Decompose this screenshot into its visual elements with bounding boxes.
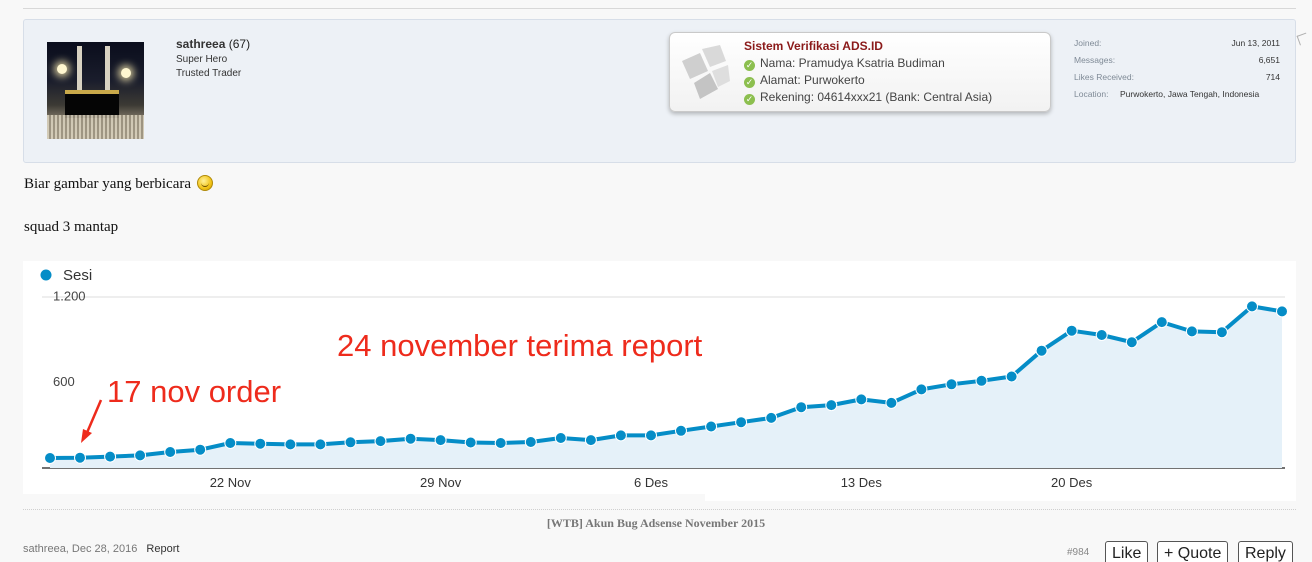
sesi-point xyxy=(735,416,748,429)
username-line: sathreea (67) xyxy=(176,37,250,51)
crowd-shape xyxy=(47,115,144,139)
sesi-point xyxy=(614,429,627,442)
chart-svg: 600 1.200 22 Nov 29 Nov 6 Des 13 Des 20 Des Ses… xyxy=(40,267,1288,490)
post-number-link[interactable]: #984 xyxy=(1067,547,1089,558)
legend-dot-icon xyxy=(40,269,52,281)
sesi-point xyxy=(74,451,86,464)
y-tick-label: 1.200 xyxy=(53,288,86,303)
like-button[interactable]: Like xyxy=(1105,541,1149,562)
sesi-point xyxy=(1005,370,1018,383)
x-tick-label: 29 Nov xyxy=(420,475,462,490)
check-icon: ✓ xyxy=(744,60,755,71)
legend-label: Sesi xyxy=(63,267,92,284)
sesi-point xyxy=(584,434,597,447)
user-count: (67) xyxy=(228,37,251,51)
verification-logo-icon xyxy=(682,45,730,99)
kaaba-shape xyxy=(65,90,119,118)
signature-divider xyxy=(23,509,1296,510)
author-date-link[interactable]: sathreea, Dec 28, 2016 xyxy=(23,543,137,555)
sesi-point xyxy=(1065,324,1078,337)
x-tick-label: 6 Des xyxy=(634,475,668,490)
sesi-point xyxy=(1125,336,1138,349)
sesi-point xyxy=(1155,316,1168,329)
light-icon xyxy=(57,64,67,74)
sesi-point xyxy=(795,401,808,414)
annotation-arrow-line xyxy=(84,399,103,436)
annotation-17-nov: 17 nov order xyxy=(107,374,281,409)
sesi-point xyxy=(1035,344,1048,357)
check-icon: ✓ xyxy=(744,77,755,88)
x-tick-label: 13 Des xyxy=(841,475,883,490)
quote-button[interactable]: + Quote xyxy=(1157,541,1229,562)
user-title: Super Hero xyxy=(176,54,228,65)
sesi-point xyxy=(554,432,567,444)
sesi-point xyxy=(194,443,207,456)
top-divider xyxy=(23,8,1296,9)
sessions-chart: 600 1.200 22 Nov 29 Nov 6 Des 13 Des 20 Des Ses… xyxy=(23,261,1296,494)
sesi-point xyxy=(1215,326,1228,339)
smiley-icon xyxy=(196,175,213,191)
message-text-line-2: squad 3 mantap xyxy=(24,219,119,235)
user-rank: Trusted Trader xyxy=(176,68,242,79)
sesi-point xyxy=(915,383,928,396)
sesi-point xyxy=(675,424,687,437)
sesi-point xyxy=(104,450,117,463)
sesi-point xyxy=(524,436,537,448)
sesi-point xyxy=(975,374,988,387)
avatar[interactable] xyxy=(47,42,144,139)
sesi-point xyxy=(705,420,718,433)
username-link[interactable]: sathreea xyxy=(176,37,225,51)
sesi-point xyxy=(164,446,177,458)
message-text-line-1: Biar gambar yang berbicara xyxy=(24,175,213,193)
sesi-point xyxy=(1095,329,1108,341)
verification-row-address: ✓ Alamat: Purwokerto xyxy=(744,73,865,88)
sesi-point xyxy=(1276,305,1288,318)
verification-box: Sistem Verifikasi ADS.ID ✓ Nama: Pramudya… xyxy=(669,32,1051,112)
sesi-point xyxy=(344,436,357,449)
sesi-point xyxy=(134,449,147,462)
sesi-point xyxy=(645,429,657,442)
sesi-point xyxy=(314,438,327,451)
x-tick-label: 20 Des xyxy=(1051,475,1093,490)
sesi-point xyxy=(404,432,417,445)
sesi-point xyxy=(434,434,447,447)
report-link[interactable]: Report xyxy=(146,543,179,555)
sesi-point xyxy=(945,378,958,391)
stat-messages: Messages: 6,651 xyxy=(1074,55,1280,65)
sesi-point xyxy=(224,437,237,449)
y-tick-label: 600 xyxy=(53,374,75,389)
sesi-point xyxy=(284,438,297,451)
sesi-point xyxy=(44,452,56,464)
check-icon: ✓ xyxy=(744,94,755,105)
annotation-arrow-head xyxy=(81,429,92,443)
sesi-point xyxy=(464,436,477,449)
sesi-point xyxy=(494,437,507,449)
sesi-point xyxy=(765,411,778,424)
sesi-point xyxy=(1185,325,1198,338)
annotation-24-nov: 24 november terima report xyxy=(337,328,703,363)
sesi-point xyxy=(1246,300,1258,313)
verification-row-name: ✓ Nama: Pramudya Ksatria Budiman xyxy=(744,56,945,71)
verification-row-account: ✓ Rekening: 04614xxx21 (Bank: Central Asi… xyxy=(744,90,993,105)
verification-title: Sistem Verifikasi ADS.ID xyxy=(744,39,883,53)
stat-likes: Likes Received: 714 xyxy=(1074,72,1280,82)
signature-link[interactable]: [WTB] Akun Bug Adsense November 2015 xyxy=(0,516,1312,531)
arrow-edge-icon xyxy=(1296,32,1310,46)
post-meta: sathreea, Dec 28, 2016 Report xyxy=(23,543,179,555)
sesi-point xyxy=(855,393,868,406)
stat-joined: Joined: Jun 13, 2011 xyxy=(1074,38,1280,48)
sesi-point xyxy=(374,435,387,448)
message-user-info: sathreea (67) Super Hero Trusted Trader … xyxy=(23,19,1296,163)
light-icon xyxy=(121,68,131,78)
sesi-point xyxy=(885,396,898,409)
x-tick-label: 22 Nov xyxy=(210,475,252,490)
stat-location: Location: Purwokerto, Jawa Tengah, Indon… xyxy=(1074,89,1260,99)
sesi-point xyxy=(825,399,838,412)
chart-bottom-strip xyxy=(705,494,1296,501)
reply-button[interactable]: Reply xyxy=(1238,541,1293,562)
sesi-point xyxy=(254,437,267,450)
